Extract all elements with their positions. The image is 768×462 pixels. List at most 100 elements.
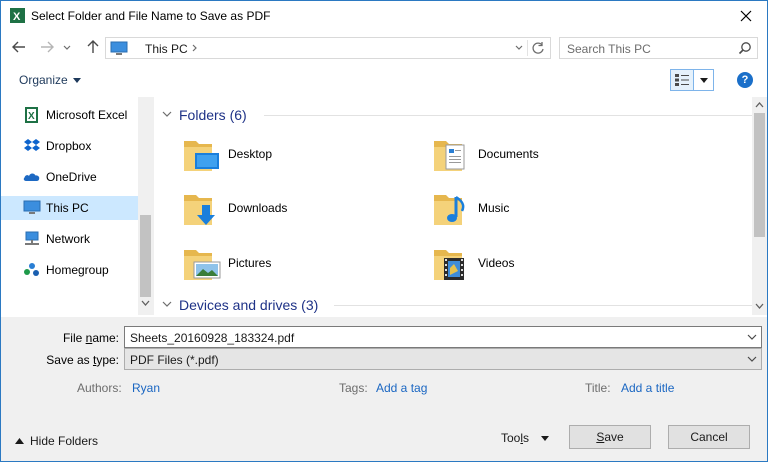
navigation-bar: This PC Search This PC <box>1 33 767 63</box>
scrollbar-thumb[interactable] <box>140 215 151 297</box>
tags-value[interactable]: Add a tag <box>376 381 427 395</box>
address-text: This PC <box>145 42 188 56</box>
refresh-icon[interactable] <box>530 40 546 56</box>
file-name-label: File name: <box>62 331 119 345</box>
svg-text:X: X <box>13 11 21 23</box>
group-divider <box>334 305 752 306</box>
cancel-label: Cancel <box>690 430 728 444</box>
sidebar-item-label: OneDrive <box>46 170 97 184</box>
cancel-button[interactable]: Cancel <box>668 425 750 449</box>
documents-folder-icon <box>434 141 465 171</box>
title-value[interactable]: Add a title <box>621 381 674 395</box>
folder-documents[interactable]: Documents <box>404 131 644 181</box>
chevron-right-icon[interactable] <box>191 41 199 55</box>
folder-label: Documents <box>478 147 539 161</box>
svg-text:X: X <box>28 111 35 122</box>
tags-label: Tags: <box>339 381 368 395</box>
chevron-down-icon[interactable] <box>747 332 757 342</box>
scrollbar-thumb[interactable] <box>754 113 765 237</box>
devices-group-header[interactable]: Devices and drives (3) <box>162 295 752 315</box>
group-title: Devices and drives (3) <box>179 297 319 313</box>
authors-label: Authors: <box>77 381 122 395</box>
organize-label: Organize <box>19 73 68 87</box>
tools-label: Tools <box>501 431 530 445</box>
folder-desktop[interactable]: Desktop <box>154 131 394 181</box>
sidebar-item-label: Microsoft Excel <box>46 108 128 122</box>
folder-music[interactable]: Music <box>404 185 644 235</box>
save-as-type-select[interactable]: PDF Files (*.pdf) <box>124 348 762 370</box>
sidebar-item-this-pc[interactable]: This PC <box>1 196 138 220</box>
hide-folders-button[interactable]: Hide Folders <box>15 434 98 448</box>
organize-button[interactable]: Organize <box>19 73 81 87</box>
back-button[interactable] <box>9 37 29 57</box>
up-button[interactable] <box>83 37 103 57</box>
folder-pictures[interactable]: Pictures <box>154 240 394 290</box>
caret-down-icon <box>699 77 708 83</box>
folder-downloads[interactable]: Downloads <box>154 185 394 235</box>
save-button[interactable]: Save <box>569 425 651 449</box>
close-button[interactable] <box>731 4 761 28</box>
homegroup-icon <box>24 263 39 276</box>
navigation-pane-scrollbar[interactable] <box>138 97 153 315</box>
excel-icon: X <box>10 8 25 23</box>
authors-value[interactable]: Ryan <box>132 381 160 395</box>
sidebar-item-label: Homegroup <box>46 263 109 277</box>
chevron-down-icon <box>162 111 172 117</box>
save-options-panel: File name: Sheets_20160928_183324.pdf Sa… <box>1 317 767 461</box>
videos-folder-icon <box>434 250 464 280</box>
file-name-value: Sheets_20160928_183324.pdf <box>130 331 295 345</box>
forward-arrow-icon <box>41 41 54 53</box>
title-label: Title: <box>585 381 611 395</box>
view-options-dropdown[interactable] <box>694 69 714 91</box>
folder-label: Desktop <box>228 147 273 161</box>
sidebar-item-onedrive[interactable]: OneDrive <box>1 165 138 189</box>
sidebar-item-microsoft-excel[interactable]: X Microsoft Excel <box>1 103 138 127</box>
search-input[interactable]: Search This PC <box>559 37 758 59</box>
folder-label: Videos <box>478 256 515 270</box>
folder-label: Downloads <box>228 201 288 215</box>
close-icon <box>740 10 752 22</box>
chevron-down-icon <box>747 356 757 362</box>
downloads-folder-icon <box>184 195 215 225</box>
up-arrow-icon <box>87 40 99 53</box>
chevron-down-icon <box>63 45 71 50</box>
sidebar-item-homegroup[interactable]: Homegroup <box>1 258 138 282</box>
sidebar-item-label: Network <box>46 232 91 246</box>
scroll-down-icon[interactable] <box>141 299 150 307</box>
group-divider <box>264 115 752 116</box>
address-dropdown-icon[interactable] <box>514 41 524 55</box>
command-bar: Organize ? <box>1 65 767 95</box>
help-icon[interactable]: ? <box>737 72 753 88</box>
folders-group-header[interactable]: Folders (6) <box>162 105 752 125</box>
sidebar-item-dropbox[interactable]: Dropbox <box>1 134 138 158</box>
tools-button[interactable]: Tools <box>501 431 550 445</box>
search-placeholder: Search This PC <box>567 42 651 56</box>
search-icon <box>738 42 751 55</box>
back-arrow-icon <box>12 41 25 53</box>
caret-down-icon <box>541 435 550 441</box>
hide-folders-label: Hide Folders <box>30 434 99 448</box>
scroll-down-icon[interactable] <box>755 302 764 310</box>
save-label: Save <box>596 430 624 444</box>
this-pc-icon <box>110 41 128 55</box>
file-list-scrollbar[interactable] <box>752 97 767 315</box>
change-view-button[interactable] <box>670 69 694 91</box>
this-pc-icon <box>23 200 41 214</box>
file-list: Folders (6) Desktop Documents Downloads … <box>154 97 752 315</box>
forward-button[interactable] <box>37 37 57 57</box>
caret-up-icon <box>15 438 24 444</box>
window-title: Select Folder and File Name to Save as P… <box>31 9 271 23</box>
title-bar: X Select Folder and File Name to Save as… <box>1 1 767 31</box>
navigation-pane: X Microsoft Excel Dropbox OneDrive This … <box>1 97 153 315</box>
save-as-type-label: Save as type: <box>46 353 119 367</box>
scroll-up-icon[interactable] <box>755 101 764 109</box>
sidebar-item-network[interactable]: Network <box>1 227 138 251</box>
sidebar-item-label: This PC <box>46 201 89 215</box>
folder-videos[interactable]: Videos <box>404 240 644 290</box>
folder-label: Pictures <box>228 256 272 270</box>
file-name-field[interactable]: Sheets_20160928_183324.pdf <box>124 326 762 348</box>
caret-down-icon <box>72 77 81 83</box>
recent-locations-button[interactable] <box>61 37 73 57</box>
group-title: Folders (6) <box>179 107 247 123</box>
address-bar[interactable]: This PC <box>105 37 551 59</box>
